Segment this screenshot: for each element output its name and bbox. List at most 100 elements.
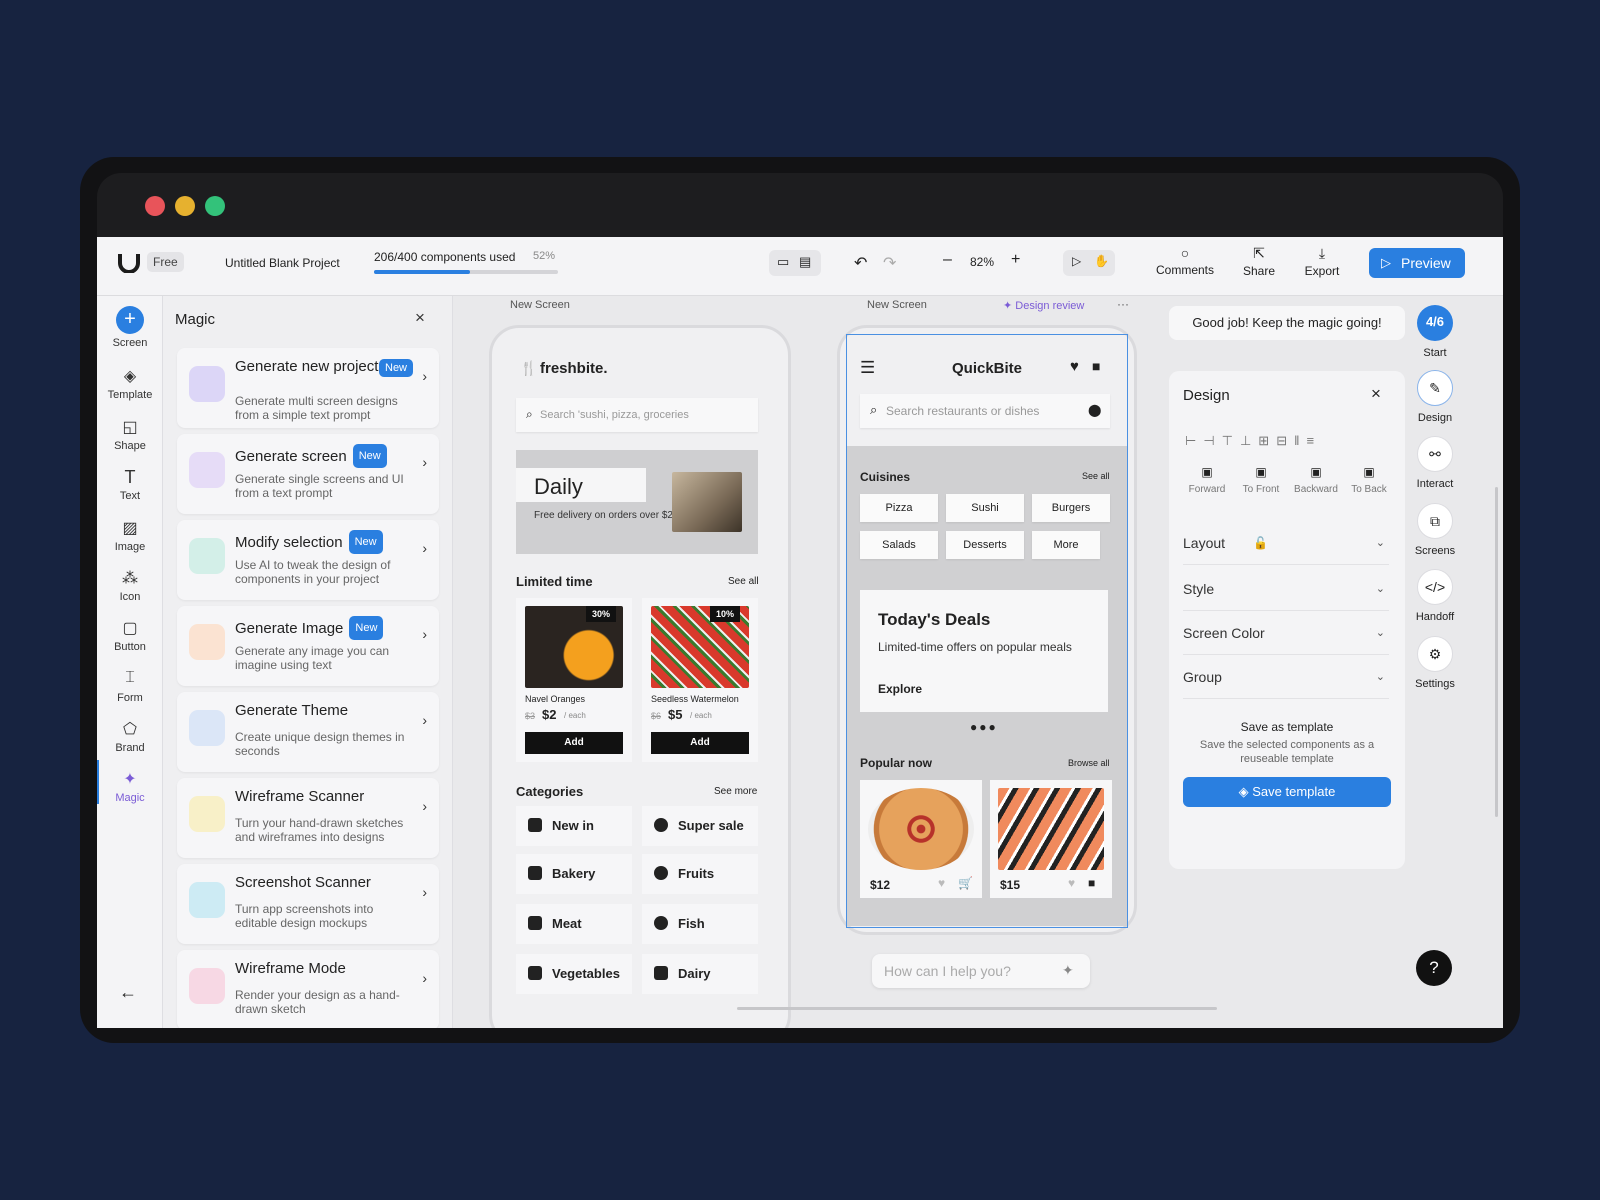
- forward-button[interactable]: ▣ Forward: [1183, 465, 1231, 505]
- menu-icon[interactable]: ☰: [860, 358, 875, 378]
- nav-button[interactable]: ▢ Button: [97, 618, 163, 653]
- close-panel-icon[interactable]: ×: [415, 308, 425, 328]
- chip-salads[interactable]: Salads: [860, 531, 938, 559]
- popular-item-card[interactable]: $15 ♥ ■: [990, 780, 1112, 898]
- minimize-window-button[interactable]: [175, 196, 195, 216]
- rightnav-screens[interactable]: ⧉ Screens: [1407, 503, 1463, 557]
- project-title[interactable]: Untitled Blank Project: [225, 256, 340, 270]
- cart-icon[interactable]: 🛒: [958, 876, 973, 890]
- nav-text[interactable]: T Text: [97, 467, 163, 502]
- explore-link[interactable]: Explore: [878, 682, 922, 696]
- category-meat[interactable]: Meat: [516, 904, 632, 944]
- nav-screen[interactable]: + Screen: [97, 306, 163, 349]
- maximize-window-button[interactable]: [205, 196, 225, 216]
- to-back-button[interactable]: ▣ To Back: [1345, 465, 1393, 505]
- sparkle-icon[interactable]: ✦: [1062, 962, 1074, 979]
- hand-icon[interactable]: ✋: [1094, 254, 1109, 268]
- layout-row[interactable]: Layout 🔓 ⌄: [1183, 521, 1389, 565]
- add-button[interactable]: Add: [651, 732, 749, 754]
- magic-item-generate-screen[interactable]: Generate screen New Generate single scree…: [177, 434, 439, 514]
- category-super-sale[interactable]: Super sale: [642, 806, 758, 846]
- preview-button[interactable]: ▷ Preview: [1369, 248, 1465, 278]
- category-fruits[interactable]: Fruits: [642, 854, 758, 894]
- nav-form[interactable]: ⌶ Form: [97, 669, 163, 704]
- chip-more[interactable]: More: [1032, 531, 1100, 559]
- chip-burgers[interactable]: Burgers: [1032, 494, 1110, 522]
- zoom-level[interactable]: 82%: [970, 255, 994, 269]
- zoom-out-button[interactable]: –: [943, 251, 952, 269]
- heart-icon[interactable]: ♥: [1068, 876, 1075, 890]
- category-new-in[interactable]: New in: [516, 806, 632, 846]
- product-card[interactable]: 30% Navel Oranges $3 $2 / each Add: [516, 598, 632, 762]
- zoom-in-button[interactable]: +: [1011, 251, 1020, 269]
- desktop-view-icon[interactable]: ▭: [777, 254, 789, 270]
- magic-item-screenshot-scanner[interactable]: Screenshot Scanner Turn app screenshots …: [177, 864, 439, 944]
- nav-shape[interactable]: ◱ Shape: [97, 417, 163, 452]
- category-bakery[interactable]: Bakery: [516, 854, 632, 894]
- popular-item-card[interactable]: $12 ♥ 🛒: [860, 780, 982, 898]
- play-icon[interactable]: ▷: [1072, 254, 1081, 268]
- backward-button[interactable]: ▣ Backward: [1289, 465, 1343, 505]
- chip-desserts[interactable]: Desserts: [946, 531, 1024, 559]
- magic-item-generate-theme[interactable]: Generate Theme Create unique design them…: [177, 692, 439, 772]
- rightnav-design[interactable]: ✎ Design: [1407, 370, 1463, 424]
- rightnav-handoff[interactable]: </> Handoff: [1407, 569, 1463, 623]
- style-row[interactable]: Style ⌄: [1183, 567, 1389, 611]
- close-window-button[interactable]: [145, 196, 165, 216]
- to-front-button[interactable]: ▣ To Front: [1235, 465, 1287, 505]
- see-all-link[interactable]: See all: [728, 576, 759, 587]
- magic-item-generate-project[interactable]: Generate new project New Generate multi …: [177, 348, 439, 428]
- view-toggle[interactable]: ▭ ▤: [769, 250, 821, 276]
- category-fish[interactable]: Fish: [642, 904, 758, 944]
- category-dairy[interactable]: Dairy: [642, 954, 758, 994]
- freshbite-screen[interactable]: 🍴 freshbite. ⌕ Search 'sushi, pizza, gro…: [489, 325, 791, 1028]
- see-all-link[interactable]: See all: [1082, 471, 1110, 481]
- quickbite-screen[interactable]: ☰ QuickBite ♥ ■ ⌕ Search restaurants or …: [837, 325, 1137, 935]
- mode-toggle[interactable]: ▷ ✋: [1063, 250, 1115, 276]
- carousel-dots[interactable]: ●●●: [970, 720, 998, 734]
- bag-icon[interactable]: ■: [1092, 358, 1100, 374]
- magic-item-modify-selection[interactable]: Modify selection New Use AI to tweak the …: [177, 520, 439, 600]
- see-more-link[interactable]: See more: [714, 786, 757, 797]
- undo-icon[interactable]: ↶: [854, 253, 867, 273]
- rightnav-settings[interactable]: ⚙ Settings: [1407, 636, 1463, 690]
- browse-all-link[interactable]: Browse all: [1068, 758, 1110, 768]
- search-input[interactable]: ⌕ Search 'sushi, pizza, groceries: [516, 398, 758, 432]
- rightnav-interact[interactable]: ⚯ Interact: [1407, 436, 1463, 490]
- export-button[interactable]: ⤓ Export: [1300, 245, 1344, 280]
- align-tools-icon[interactable]: ⊢⊣⊤⊥⊞⊟‖≡: [1185, 433, 1321, 449]
- magic-item-generate-image[interactable]: Generate Image New Generate any image you…: [177, 606, 439, 686]
- nav-image[interactable]: ▨ Image: [97, 518, 163, 553]
- more-options-icon[interactable]: ···: [1117, 297, 1129, 311]
- horizontal-scrollbar[interactable]: [737, 1007, 1217, 1010]
- screen-color-row[interactable]: Screen Color ⌄: [1183, 611, 1389, 655]
- share-button[interactable]: ⇱ Share: [1237, 245, 1281, 280]
- save-template-button[interactable]: ◈ Save template: [1183, 777, 1391, 807]
- comments-button[interactable]: ○ Comments: [1153, 245, 1217, 279]
- chip-sushi[interactable]: Sushi: [946, 494, 1024, 522]
- ai-chat-input[interactable]: How can I help you? ✦: [872, 954, 1090, 988]
- category-vegetables[interactable]: Vegetables: [516, 954, 632, 994]
- location-pin-icon[interactable]: ⬤: [1088, 403, 1101, 417]
- nav-brand[interactable]: ⬠ Brand: [97, 719, 163, 754]
- nav-magic[interactable]: ✦ Magic: [97, 769, 163, 804]
- collapse-arrow-icon[interactable]: ←: [119, 982, 137, 1003]
- vertical-scrollbar[interactable]: [1495, 487, 1498, 817]
- bag-icon[interactable]: ■: [1088, 876, 1095, 890]
- search-input[interactable]: ⌕ Search restaurants or dishes ⬤: [860, 394, 1110, 428]
- heart-icon[interactable]: ♥: [938, 876, 945, 890]
- add-button[interactable]: Add: [525, 732, 623, 754]
- redo-icon[interactable]: ↷: [883, 253, 896, 273]
- chip-pizza[interactable]: Pizza: [860, 494, 938, 522]
- help-button[interactable]: ?: [1416, 950, 1452, 986]
- daily-banner[interactable]: Daily Free delivery on orders over $25: [516, 450, 758, 554]
- nav-icon[interactable]: ⁂ Icon: [97, 568, 163, 603]
- magic-item-wireframe-scanner[interactable]: Wireframe Scanner Turn your hand-drawn s…: [177, 778, 439, 858]
- deals-card[interactable]: Today's Deals Limited-time offers on pop…: [860, 590, 1108, 712]
- magic-item-wireframe-mode[interactable]: Wireframe Mode Render your design as a h…: [177, 950, 439, 1028]
- group-row[interactable]: Group ⌄: [1183, 655, 1389, 699]
- close-panel-icon[interactable]: ×: [1371, 384, 1381, 404]
- lock-icon[interactable]: 🔓: [1253, 521, 1268, 565]
- heart-icon[interactable]: ♥: [1070, 358, 1079, 375]
- start-progress[interactable]: 4/6 Start: [1407, 305, 1463, 359]
